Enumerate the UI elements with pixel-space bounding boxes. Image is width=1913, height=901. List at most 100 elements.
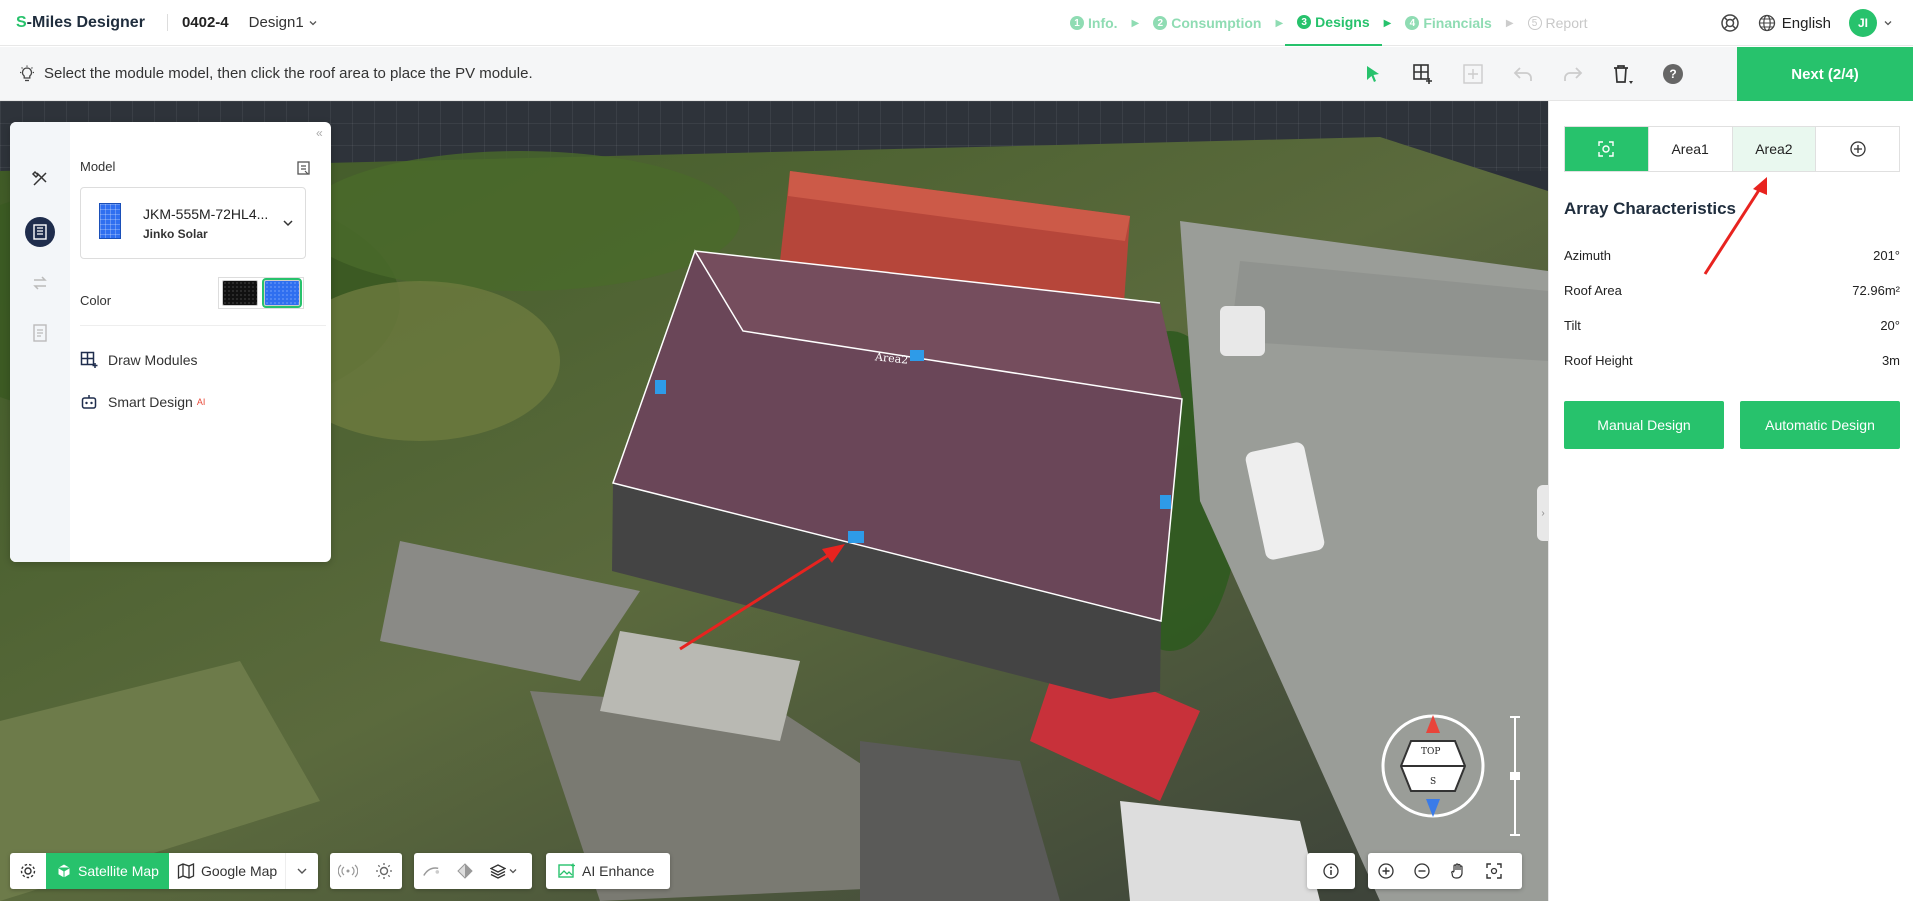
chevron-down-icon (297, 868, 307, 874)
sun-icon (376, 863, 392, 879)
chevron-down-icon (509, 869, 517, 874)
step-number: 4 (1405, 16, 1420, 30)
collapse-panel-icon[interactable]: « (316, 126, 323, 140)
roof-height-label: Roof Height (1564, 353, 1633, 368)
module-panel: « Model JKM-555M-72HL4... Jinko Solar Co… (10, 122, 331, 562)
panel-rail (10, 122, 70, 562)
shadow-diamond-icon (457, 863, 473, 879)
step-number: 1 (1070, 16, 1084, 30)
chevron-down-icon (1884, 21, 1892, 26)
pan-button[interactable] (1440, 853, 1476, 889)
right-panel-collapse-handle[interactable]: › (1537, 485, 1549, 541)
grid-add-icon (1413, 64, 1432, 84)
smart-design-label: Smart Design (108, 394, 193, 410)
curve-icon (423, 867, 440, 876)
tab-focus[interactable] (1565, 127, 1649, 171)
zoom-in-button[interactable] (1368, 853, 1404, 889)
user-menu[interactable]: JI (1849, 9, 1893, 37)
tab-add-area[interactable] (1816, 127, 1899, 171)
model-library-icon[interactable] (296, 160, 312, 176)
trash-icon (1614, 65, 1633, 84)
fit-view-button[interactable] (1476, 853, 1512, 889)
area-tabs: Area1 Area2 (1564, 126, 1900, 172)
ai-enhance-content: AI Enhance (546, 853, 666, 889)
delete-button[interactable] (1610, 61, 1636, 87)
settings-button[interactable] (10, 853, 46, 889)
undo-button[interactable] (1510, 61, 1536, 87)
azimuth-row: Azimuth 201° (1564, 248, 1900, 263)
add-panel-tool[interactable] (1410, 61, 1436, 87)
tool-group: ? (1360, 47, 1686, 101)
top-right-controls: English JI (1720, 0, 1893, 46)
avatar: JI (1849, 9, 1877, 37)
step-designs[interactable]: 3 Designs (1285, 0, 1382, 46)
next-step-button[interactable]: Next (2/4) (1737, 47, 1913, 101)
select-tool[interactable] (1360, 61, 1386, 87)
rail-tools-button[interactable] (27, 166, 53, 192)
smart-design-button[interactable]: Smart Design AI (80, 393, 205, 411)
color-swatch-black[interactable] (222, 280, 258, 306)
divider (80, 325, 326, 326)
tilt-slider[interactable] (1510, 716, 1520, 836)
rail-module-button[interactable] (25, 217, 55, 247)
support-lifebuoy-icon[interactable] (1720, 13, 1740, 33)
rail-report-button[interactable] (27, 320, 53, 346)
array-characteristics-title: Array Characteristics (1564, 199, 1736, 218)
step-separator-icon: ▶ (1383, 17, 1392, 29)
lightbulb-icon (20, 65, 34, 81)
compass-widget[interactable]: TOP S (1378, 711, 1488, 821)
azimuth-value: 201° (1873, 248, 1900, 263)
grid-draw-icon (80, 351, 98, 368)
google-map-button[interactable]: Google Map (169, 853, 285, 889)
tilt-slider-handle[interactable] (1510, 772, 1520, 780)
chevron-down-icon (283, 220, 293, 227)
help-button[interactable]: ? (1660, 61, 1686, 87)
brand-logo: S-Miles Designer (16, 14, 145, 32)
fit-view-icon (1486, 863, 1502, 879)
instruction-hint: Select the module model, then click the … (18, 65, 533, 83)
module-selector[interactable]: JKM-555M-72HL4... Jinko Solar (80, 187, 306, 259)
ai-enhance-button[interactable]: AI Enhance (546, 853, 670, 889)
module-model-name: JKM-555M-72HL4... (143, 206, 269, 222)
tab-area1[interactable]: Area1 (1649, 127, 1733, 171)
layers-button[interactable] (482, 853, 526, 889)
ai-badge: AI (196, 397, 206, 407)
automatic-design-button[interactable]: Automatic Design (1740, 401, 1900, 449)
step-financials[interactable]: 4 Financials (1393, 0, 1503, 46)
manual-design-button[interactable]: Manual Design (1564, 401, 1724, 449)
design-name: Design1 (248, 14, 304, 31)
sun-button[interactable] (366, 853, 402, 889)
step-info[interactable]: 1 Info. (1058, 0, 1130, 46)
color-label: Color (80, 293, 112, 308)
language-selector[interactable]: English (1758, 14, 1831, 32)
draw-modules-button[interactable]: Draw Modules (80, 351, 197, 369)
rail-string-button[interactable] (27, 270, 53, 296)
step-label: Designs (1315, 14, 1370, 30)
view-effects-group (330, 853, 402, 889)
map-dropdown-button[interactable] (285, 853, 317, 889)
design-selector[interactable]: Design1 (249, 14, 318, 31)
annotation-arrow (1703, 177, 1767, 275)
project-id: 0402-4 (166, 14, 229, 31)
step-label: Info. (1088, 15, 1118, 31)
step-consumption[interactable]: 2 Consumption (1141, 0, 1273, 46)
zoom-controls (1368, 853, 1522, 889)
add-tool-disabled[interactable] (1460, 61, 1486, 87)
chevron-down-icon (309, 20, 317, 25)
info-content (1307, 853, 1355, 889)
step-report[interactable]: 5 Report (1516, 0, 1600, 46)
ai-enhance-label: AI Enhance (582, 863, 655, 879)
shadow-button[interactable] (448, 853, 482, 889)
focus-target-icon (1598, 141, 1615, 157)
zoom-out-button[interactable] (1404, 853, 1440, 889)
color-options (218, 277, 304, 309)
shading-button[interactable] (414, 853, 448, 889)
step-label: Financials (1423, 15, 1492, 31)
color-swatch-blue[interactable] (262, 278, 302, 308)
redo-button[interactable] (1560, 61, 1586, 87)
signal-button[interactable] (330, 853, 366, 889)
tab-area2[interactable]: Area2 (1732, 127, 1817, 171)
info-button[interactable] (1307, 853, 1355, 889)
help-icon: ? (1663, 64, 1683, 84)
satellite-map-button[interactable]: Satellite Map (46, 853, 169, 889)
